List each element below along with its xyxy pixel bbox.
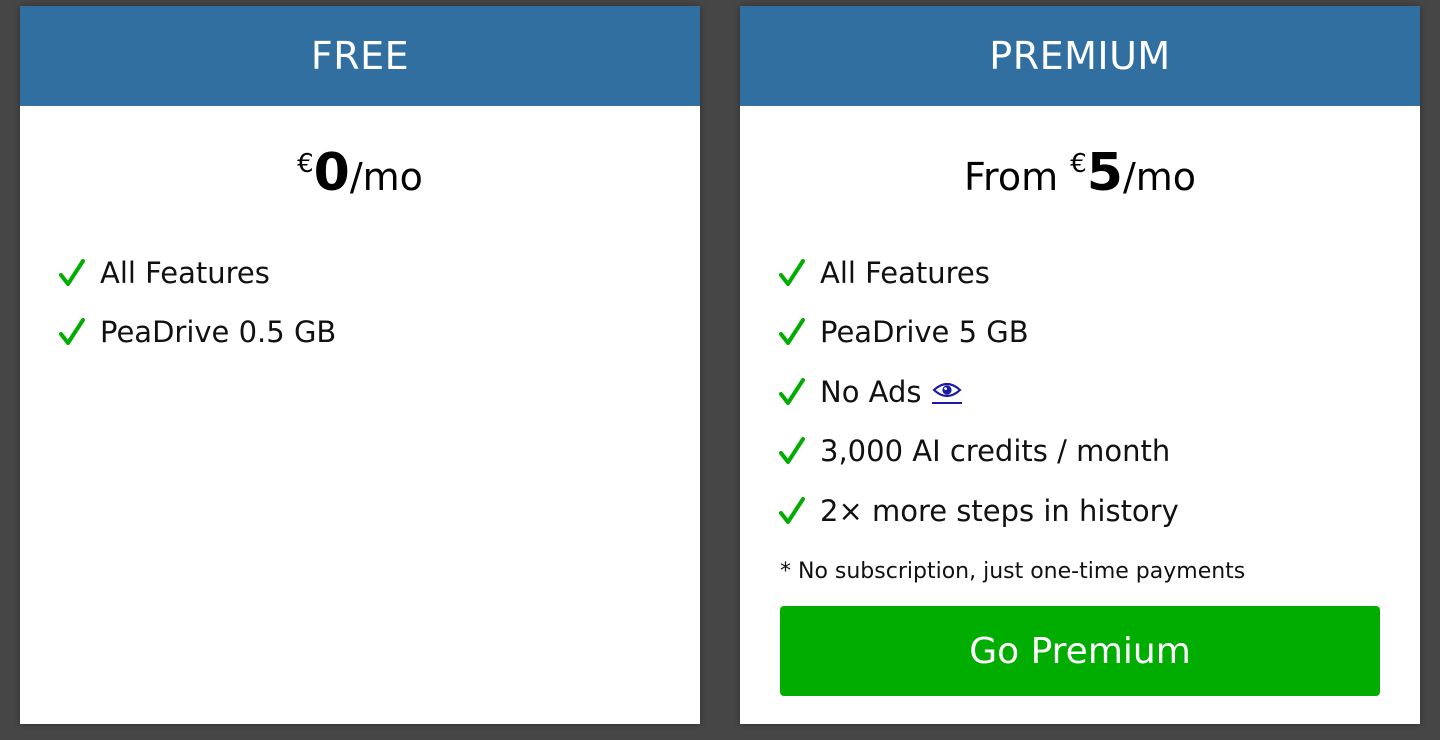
feature-item: No Ads: [778, 362, 1179, 422]
free-plan-price: €0/mo: [20, 134, 700, 203]
check-icon: [778, 316, 806, 348]
feature-label: No Ads: [820, 374, 922, 409]
premium-feature-list: All Features PeaDrive 5 GB No Ads 3,000 …: [778, 243, 1179, 541]
premium-plan-title: PREMIUM: [740, 6, 1420, 106]
feature-item: All Features: [58, 243, 336, 303]
free-plan-card: FREE €0/mo All Features PeaDrive 0.5 GB: [20, 6, 700, 724]
feature-item: PeaDrive 5 GB: [778, 303, 1179, 363]
price-currency: €: [297, 149, 314, 179]
feature-item: PeaDrive 0.5 GB: [58, 303, 336, 363]
feature-item: 2× more steps in history: [778, 481, 1179, 541]
price-prefix: From: [963, 155, 1071, 199]
feature-label: All Features: [100, 255, 270, 290]
check-icon: [58, 316, 86, 348]
check-icon: [778, 376, 806, 408]
check-icon: [778, 257, 806, 289]
feature-label: All Features: [820, 255, 990, 290]
price-amount: 5: [1086, 143, 1123, 203]
feature-item: All Features: [778, 243, 1179, 303]
feature-label: PeaDrive 5 GB: [820, 315, 1029, 350]
free-plan-title: FREE: [20, 6, 700, 106]
feature-label: PeaDrive 0.5 GB: [100, 315, 337, 350]
check-icon: [58, 257, 86, 289]
price-amount: 0: [313, 143, 350, 203]
check-icon: [778, 435, 806, 467]
payment-note: * No subscription, just one-time payment…: [780, 559, 1246, 584]
feature-item: 3,000 AI credits / month: [778, 422, 1179, 482]
free-feature-list: All Features PeaDrive 0.5 GB: [58, 243, 336, 362]
price-currency: €: [1070, 149, 1087, 179]
premium-plan-card: PREMIUM From €5/mo All Features PeaDrive…: [740, 6, 1420, 724]
feature-label: 3,000 AI credits / month: [820, 434, 1171, 469]
check-icon: [778, 495, 806, 527]
feature-label: 2× more steps in history: [820, 493, 1179, 528]
go-premium-button[interactable]: Go Premium: [780, 606, 1380, 696]
premium-plan-price: From €5/mo: [740, 134, 1420, 203]
pricing-page: FREE €0/mo All Features PeaDrive 0.5 GB …: [0, 0, 1440, 740]
price-period: /mo: [1122, 155, 1197, 199]
eye-icon[interactable]: [931, 380, 962, 404]
price-period: /mo: [349, 155, 423, 199]
